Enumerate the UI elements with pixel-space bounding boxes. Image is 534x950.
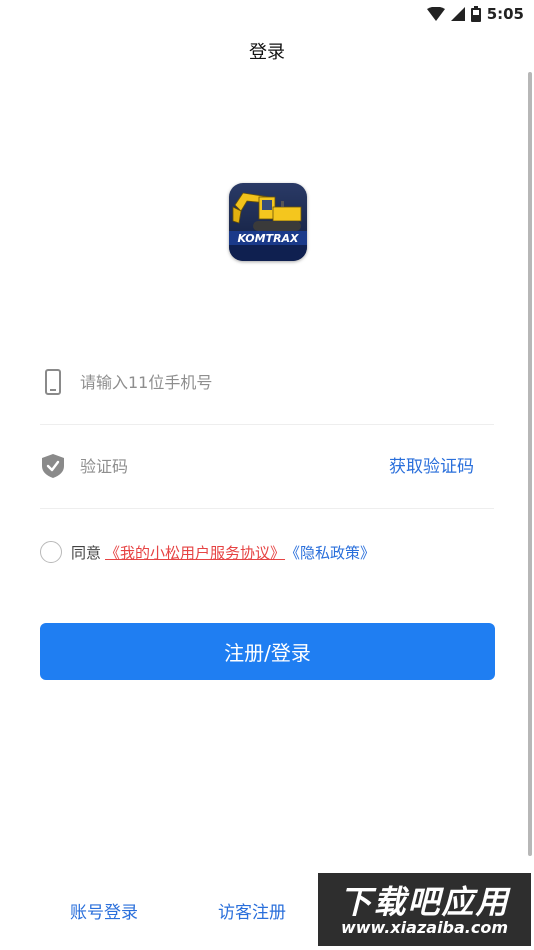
code-field-row: 获取验证码 [40, 424, 494, 509]
phone-field-row [40, 340, 494, 425]
watermark-url: www.xiazaiba.com [340, 918, 509, 937]
wifi-icon [426, 7, 445, 21]
shield-check-icon [40, 424, 66, 508]
page-title: 登录 [249, 42, 285, 63]
logo-text: KOMTRAX [237, 232, 299, 245]
status-time: 5:05 [486, 5, 524, 23]
phone-icon [40, 340, 66, 424]
agreement-prefix: 同意 [71, 543, 102, 562]
agreement-row: 同意 《我的小松用户服务协议》 《隐私政策》 [40, 538, 375, 566]
status-icons: 5:05 [426, 4, 524, 24]
get-code-button[interactable]: 获取验证码 [389, 452, 474, 477]
phone-input[interactable] [80, 364, 380, 400]
guest-register-link[interactable]: 访客注册 [218, 898, 286, 923]
code-input[interactable] [80, 448, 380, 484]
agreement-checkbox[interactable] [40, 541, 62, 563]
register-login-button[interactable]: 注册/登录 [40, 623, 495, 680]
privacy-policy-link[interactable]: 《隐私政策》 [285, 542, 375, 563]
scrollbar[interactable] [528, 72, 532, 856]
battery-icon [470, 6, 481, 22]
watermark-logo: 下载吧应用 www.xiazaiba.com [318, 873, 531, 946]
account-login-link[interactable]: 账号登录 [70, 898, 138, 923]
user-agreement-link[interactable]: 《我的小松用户服务协议》 [105, 542, 285, 563]
signal-icon [450, 7, 465, 21]
app-logo: KOMTRAX [229, 183, 307, 261]
watermark-title: 下载吧应用 [339, 883, 510, 921]
status-bar: 5:05 [0, 0, 534, 30]
